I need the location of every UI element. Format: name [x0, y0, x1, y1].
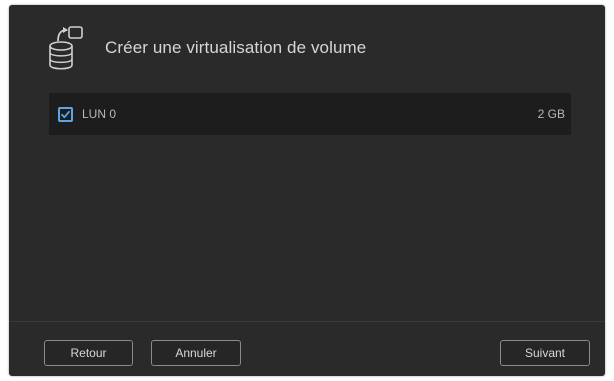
dialog-title: Créer une virtualisation de volume: [105, 38, 367, 57]
cancel-button[interactable]: Annuler: [151, 340, 241, 366]
create-volume-virtualization-dialog: Créer une virtualisation de volume LUN 0…: [9, 5, 605, 376]
volume-list: LUN 0 2 GB: [49, 93, 571, 135]
volume-virtualization-icon: [47, 25, 91, 71]
list-item[interactable]: LUN 0 2 GB: [49, 93, 571, 135]
dialog-header: Créer une virtualisation de volume: [9, 5, 605, 87]
lun-checkbox[interactable]: [58, 107, 73, 122]
next-button[interactable]: Suivant: [500, 340, 590, 366]
footer-divider: [9, 321, 605, 322]
lun-size: 2 GB: [537, 107, 565, 121]
checkmark-icon: [61, 110, 70, 119]
back-button[interactable]: Retour: [44, 340, 133, 366]
lun-name: LUN 0: [82, 107, 117, 121]
